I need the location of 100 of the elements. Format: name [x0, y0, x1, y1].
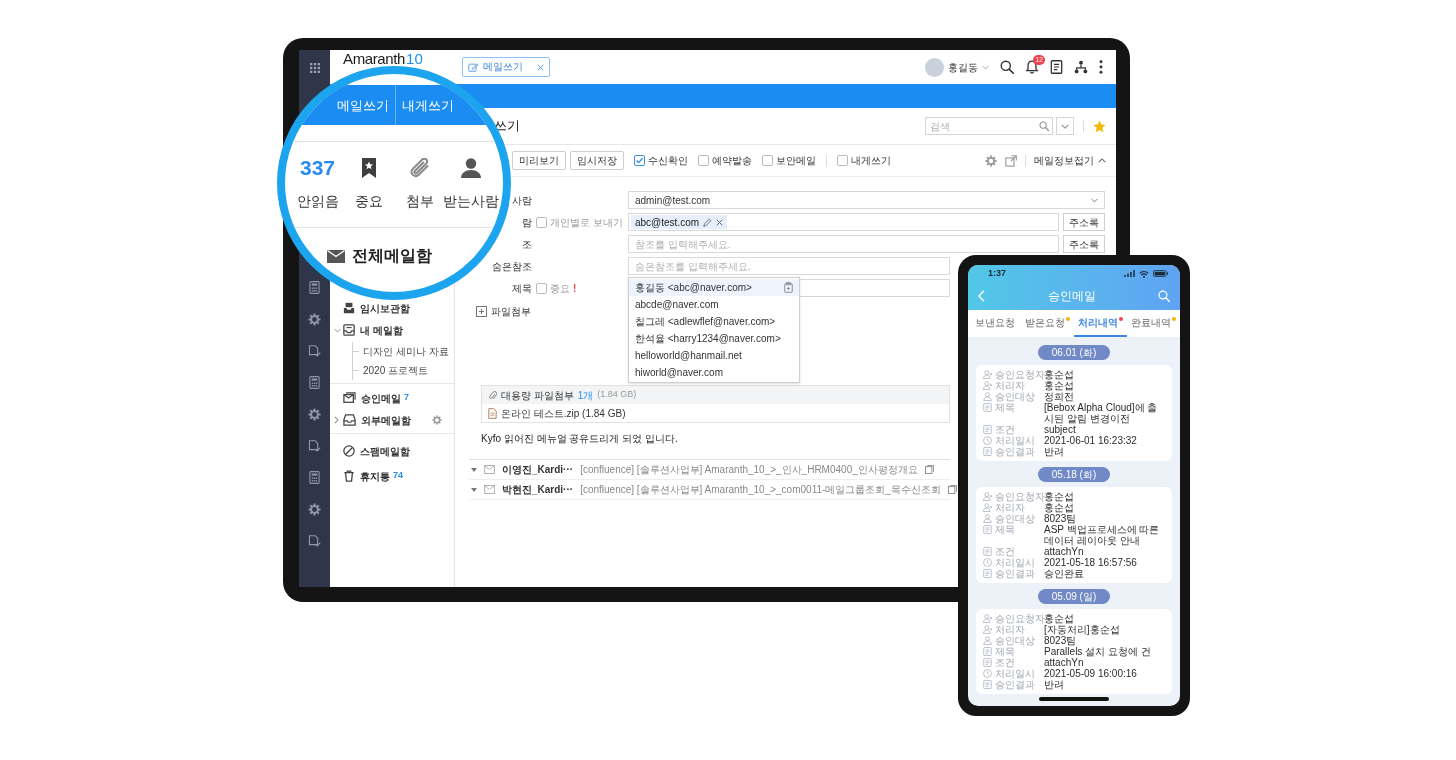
field-label: 처리일시 — [995, 557, 1035, 568]
mailbox-title[interactable]: 전체메일함 — [352, 244, 432, 268]
field-value: 정희전 — [1044, 391, 1075, 402]
suggestion-item[interactable]: helloworld@hanmail.net — [629, 347, 799, 364]
user-name[interactable]: 홍길동 — [948, 59, 978, 75]
document-icon — [983, 647, 992, 656]
chevron-right-icon[interactable] — [334, 416, 339, 424]
org-chart-icon[interactable] — [1074, 60, 1088, 74]
document-arrow-icon[interactable] — [308, 535, 321, 547]
ban-icon — [343, 445, 355, 457]
chevron-down-icon — [1061, 123, 1069, 129]
date-pill: 05.09 (일) — [1037, 589, 1111, 604]
gear-icon[interactable] — [308, 313, 321, 326]
file-name[interactable]: 온라인 테스트.zip (1.84 GB) — [501, 405, 626, 421]
recipient-chip[interactable]: abc@test.com — [631, 215, 728, 229]
document-arrow-icon[interactable] — [308, 345, 321, 357]
toolbar-button[interactable]: 임시저장 — [570, 151, 624, 170]
document-icon — [983, 403, 992, 412]
mail-subject[interactable]: [confluence] [솔루션사업부] Amaranth_10_>_com0011-메일그룹조회_목수신조회 — [580, 482, 941, 497]
caret-icon[interactable] — [471, 487, 477, 492]
folder-label[interactable]: 2020 프로젝트 — [363, 363, 429, 378]
suggestion-item[interactable]: hiworld@naver.com — [629, 364, 799, 381]
stat-label[interactable]: 첨부 — [405, 192, 434, 210]
chevron-down-icon[interactable] — [334, 327, 341, 333]
field-label: 처리자 — [995, 380, 1025, 391]
calculator-icon[interactable] — [309, 376, 320, 389]
close-icon[interactable] — [537, 63, 544, 71]
collapse-toggle[interactable]: 메일정보접기 — [1034, 153, 1106, 168]
folder-label[interactable]: 디자인 세미나 자료 — [363, 344, 449, 359]
suggestion-item[interactable]: 칠그레 <adlewflef@naver.com> — [629, 313, 799, 330]
gear-icon[interactable] — [432, 415, 442, 425]
attachment-count: 1개 — [577, 388, 594, 403]
address-book-button[interactable]: 주소록 — [1063, 213, 1105, 231]
address-book-button[interactable]: 주소록 — [1063, 235, 1105, 253]
toolbar-button[interactable]: 미리보기 — [512, 151, 566, 170]
suggestion-item[interactable]: abcde@naver.com — [629, 296, 799, 313]
field-value: 2021-05-09 16:00:16 — [1044, 668, 1138, 679]
input-field[interactable]: 참조를 입력해주세요. — [628, 235, 1059, 253]
recipient-field[interactable]: abc@test.com — [628, 213, 1059, 231]
search-field[interactable]: 검색 — [925, 117, 1053, 135]
checkbox[interactable] — [536, 216, 547, 228]
pencil-icon[interactable] — [703, 217, 713, 227]
tab[interactable]: 받은요청 — [1021, 310, 1074, 337]
back-icon[interactable] — [978, 290, 985, 302]
input-field[interactable]: 숨은참조를 입력해주세요. — [628, 257, 950, 275]
tab[interactable]: 처리내역 — [1074, 310, 1127, 337]
app-grid-icon[interactable] — [309, 63, 320, 73]
sender-select[interactable]: admin@test.com — [628, 191, 1105, 209]
expand-square-icon[interactable] — [476, 305, 487, 317]
bell-icon[interactable] — [1025, 60, 1039, 74]
tab[interactable]: 보낸요청 — [968, 310, 1021, 337]
open-tab[interactable]: 메일쓰기 — [462, 57, 550, 77]
stat-label[interactable]: 중요 — [354, 192, 383, 210]
document-arrow-icon[interactable] — [308, 440, 321, 452]
date-pill: 06.01 (화) — [1037, 345, 1111, 360]
folder-label[interactable]: 승인메일 — [361, 390, 401, 406]
gear-icon[interactable] — [985, 154, 997, 167]
envelope-icon — [484, 465, 495, 474]
clipboard-icon[interactable] — [784, 282, 793, 293]
file-icon — [488, 407, 497, 419]
caret-icon[interactable] — [471, 467, 477, 472]
checkbox[interactable] — [536, 282, 547, 294]
checkbox[interactable] — [762, 155, 773, 166]
suggestion-item[interactable]: 한석율 <harry1234@naver.com> — [629, 330, 799, 347]
gear-icon[interactable] — [308, 408, 321, 421]
attachment-label[interactable]: 파일첨부 — [491, 303, 531, 319]
field-value: 홍순섭 — [1044, 613, 1075, 624]
tab[interactable]: 완료내역 — [1127, 310, 1180, 337]
folder-label[interactable]: 스팸메일함 — [360, 443, 410, 459]
paperclip-icon[interactable] — [409, 157, 430, 179]
folder-label[interactable]: 휴지통 — [360, 468, 390, 484]
paperclip-icon — [488, 389, 497, 401]
mail-subject[interactable]: [confluence] [솔루션사업부] Amaranth_10_>_인사_HRM0400_인사평정개요 — [580, 462, 918, 477]
bookmark-icon[interactable] — [360, 157, 377, 179]
folder-label[interactable]: 내 메일함 — [360, 322, 403, 338]
more-menu-icon[interactable] — [1099, 60, 1103, 74]
checkbox[interactable] — [698, 155, 709, 166]
checkbox-label[interactable]: 내게쓰기 — [851, 153, 891, 168]
person-icon[interactable] — [459, 157, 482, 179]
folder-label[interactable]: 임시보관함 — [360, 300, 410, 316]
stat-label[interactable]: 안읽음 — [296, 192, 339, 210]
checkbox[interactable] — [634, 155, 645, 166]
checkbox-label[interactable]: 예약발송 — [712, 153, 752, 168]
document-icon[interactable] — [1050, 60, 1063, 74]
document-icon — [983, 547, 992, 556]
calculator-icon[interactable] — [309, 281, 320, 294]
close-icon[interactable] — [716, 218, 724, 226]
calculator-icon[interactable] — [309, 471, 320, 484]
gear-icon[interactable] — [308, 503, 321, 516]
stat-label[interactable]: 받는사람 — [442, 192, 499, 210]
star-icon[interactable] — [1093, 119, 1106, 133]
checkbox[interactable] — [837, 155, 848, 166]
checkbox-label[interactable]: 보안메일 — [776, 153, 816, 168]
mail-sender: 박현진_Kardi··· — [502, 483, 574, 497]
popout-icon[interactable] — [1005, 154, 1017, 167]
field-value: attachYn — [1044, 546, 1085, 557]
search-icon[interactable] — [1000, 60, 1014, 74]
checkbox-label[interactable]: 수신확인 — [648, 153, 688, 168]
suggestion-item[interactable]: 홍길동 <abc@naver.com> — [629, 279, 799, 296]
folder-label[interactable]: 외부메일함 — [361, 412, 411, 428]
